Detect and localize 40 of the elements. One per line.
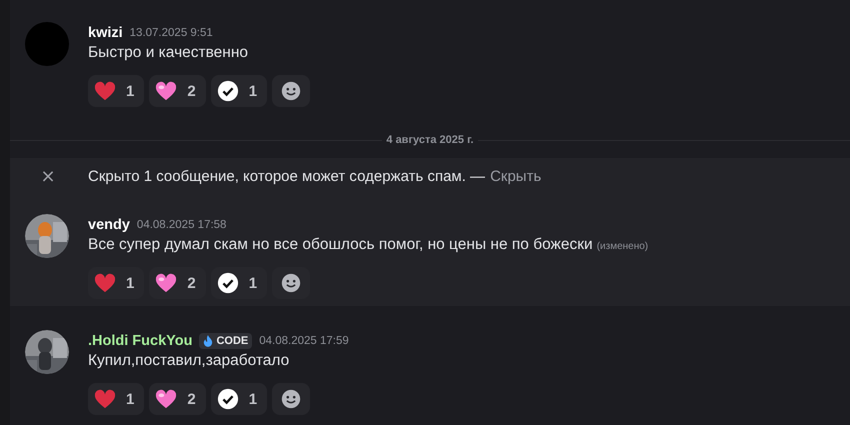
reaction-button[interactable]: 1 [210, 267, 268, 299]
reaction-button[interactable]: 2 [149, 267, 206, 299]
hide-link[interactable]: Скрыть [485, 168, 542, 184]
reaction-button[interactable]: 1 [210, 75, 268, 107]
add-reaction-button[interactable] [272, 75, 310, 107]
reaction-button[interactable]: 1 [88, 75, 144, 107]
check-badge-icon [216, 388, 239, 410]
username[interactable]: kwizi [88, 25, 123, 41]
heart-icon [94, 80, 116, 102]
username[interactable]: vendy [88, 217, 130, 233]
notice-text: Скрыто 1 сообщение, которое может содержать спам. — [88, 168, 486, 184]
heart-icon [155, 80, 178, 102]
add-reaction-button[interactable] [272, 267, 310, 299]
timestamp: 04.08.2025 17:59 [259, 335, 349, 347]
add-reaction-button[interactable] [272, 383, 310, 415]
message-text: Быстро и качественно [88, 44, 248, 62]
edited-label: (изменено) [596, 241, 648, 252]
flame-icon [203, 335, 214, 347]
close-button[interactable]: × [40, 166, 56, 186]
heart-icon [94, 388, 116, 410]
reaction-button[interactable]: 1 [210, 383, 268, 415]
heart-icon [94, 272, 116, 294]
username[interactable]: .Holdi FuckYou [88, 333, 192, 349]
timestamp: 13.07.2025 9:51 [130, 27, 213, 39]
message-text: Купил,поставил,заработало [88, 352, 290, 370]
check-badge-icon [216, 272, 239, 294]
check-badge-icon [216, 80, 239, 102]
reaction-button[interactable]: 1 [88, 383, 144, 415]
add-reaction-icon [280, 388, 302, 410]
reaction-button[interactable]: 2 [149, 383, 206, 415]
reaction-button[interactable]: 2 [149, 75, 206, 107]
heart-icon [155, 388, 178, 410]
add-reaction-icon [280, 80, 302, 102]
heart-icon [155, 272, 178, 294]
guild-tag[interactable]: CODE [199, 333, 252, 349]
message-text: Все супер думал скам но все обошлось помог, но цены не по божески [88, 236, 593, 254]
timestamp: 04.08.2025 17:58 [136, 219, 226, 231]
add-reaction-icon [280, 272, 302, 294]
reaction-button[interactable]: 1 [88, 267, 144, 299]
date-divider: 4 августа 2025 г. [385, 134, 475, 146]
